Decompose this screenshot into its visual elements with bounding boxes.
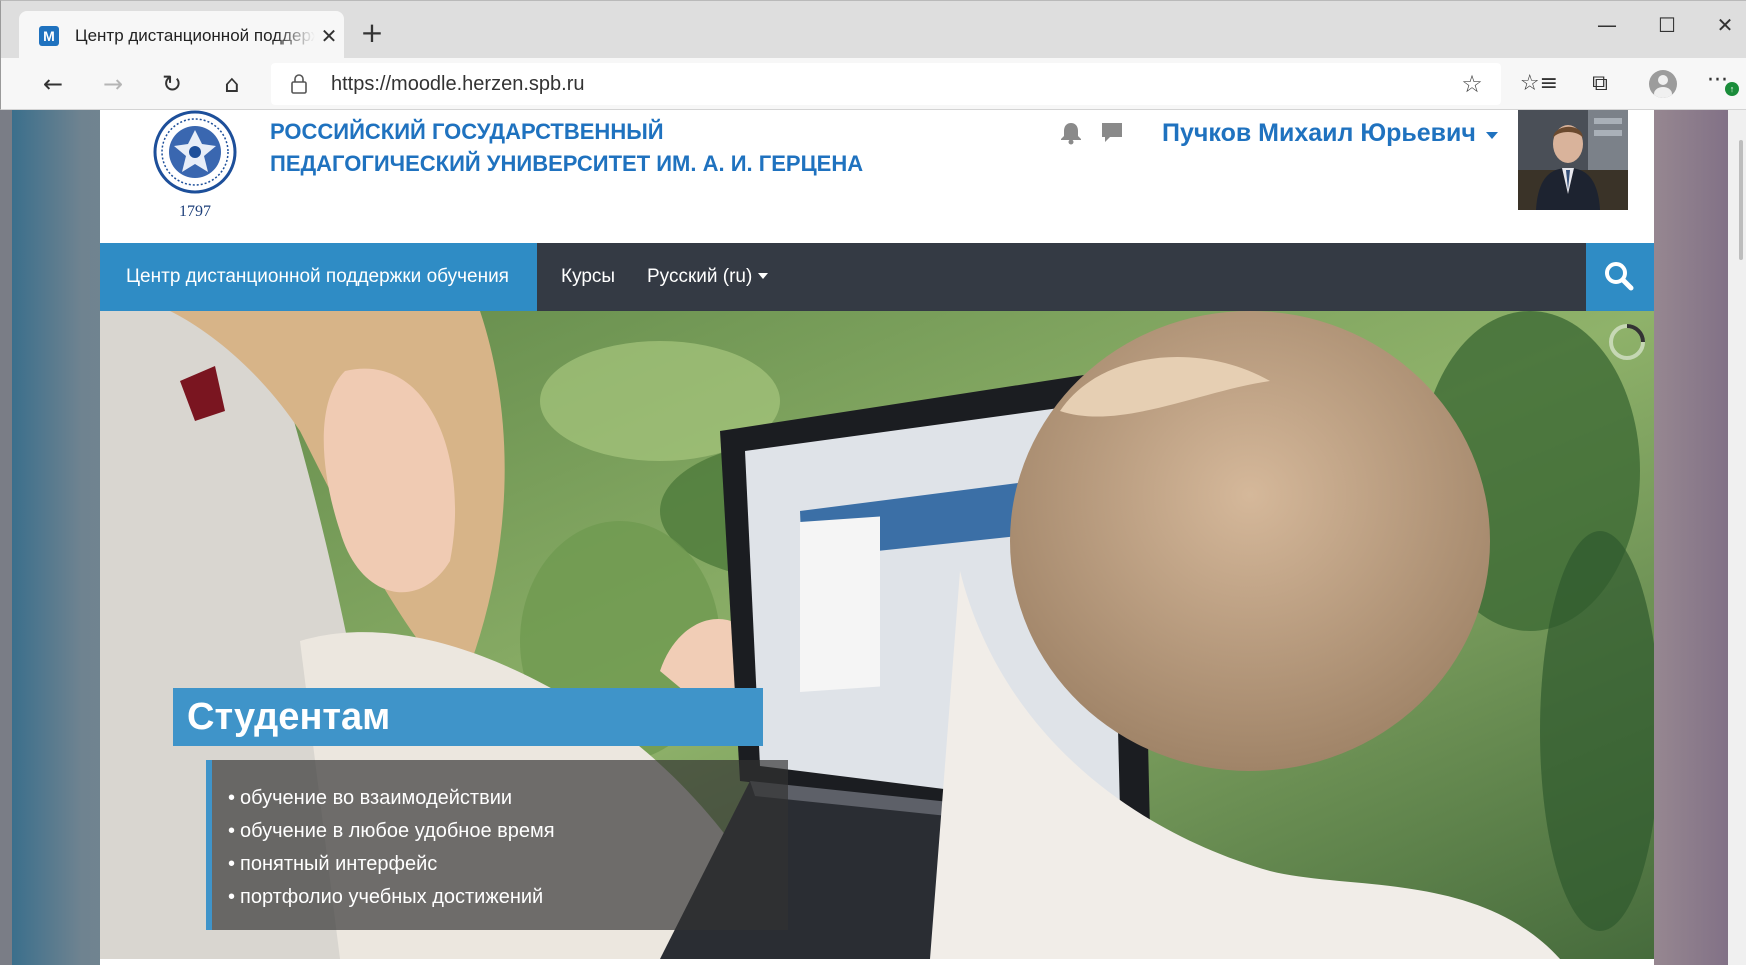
user-menu-name[interactable]: Пучков Михаил Юрьевич <box>1162 118 1476 148</box>
page-content-edge <box>100 959 1654 965</box>
nav-language-label: Русский (ru) <box>647 266 753 287</box>
hero-caption-title: Студентам <box>173 688 763 746</box>
main-navbar: Центр дистанционной поддержки обучения К… <box>100 243 1654 311</box>
close-window-button[interactable]: ✕ <box>1705 9 1745 41</box>
user-menu-caret-icon[interactable] <box>1486 132 1498 139</box>
hero-bullet: портфолио учебных достижений <box>212 881 788 914</box>
search-icon <box>1605 262 1634 291</box>
user-avatar-photo[interactable] <box>1518 110 1628 210</box>
bell-icon[interactable] <box>1058 120 1084 146</box>
scrollbar-thumb[interactable] <box>1739 140 1743 260</box>
logo-year: 1797 <box>179 203 211 220</box>
url-text[interactable]: https://moodle.herzen.spb.ru <box>331 72 584 96</box>
browser-toolbar: ← → ↻ ⌂ https://moodle.herzen.spb.ru ☆ ☆… <box>0 58 1746 110</box>
nav-home-link[interactable]: Центр дистанционной поддержки обучения <box>100 243 537 311</box>
tab-title: Центр дистанционной поддержки обучения <box>75 25 315 47</box>
add-favorite-star-icon[interactable]: ☆ <box>1457 69 1487 99</box>
university-seal-logo[interactable]: 1797 <box>144 110 246 222</box>
minimize-button[interactable]: — <box>1587 9 1627 41</box>
hero-caption-list: обучение во взаимодействии обучение в лю… <box>206 760 788 930</box>
update-badge-icon: ↑ <box>1725 82 1739 96</box>
hero-bullet: понятный интерфейс <box>212 848 788 881</box>
collections-icon[interactable]: ⧉ <box>1580 66 1620 102</box>
university-name-line-2[interactable]: ПЕДАГОГИЧЕСКИЙ УНИВЕРСИТЕТ ИМ. А. И. ГЕР… <box>270 150 863 178</box>
slide-loading-spinner-icon <box>1609 324 1645 360</box>
chat-icon[interactable] <box>1099 120 1125 146</box>
browser-window: M Центр дистанционной поддержки обучения… <box>0 0 1746 965</box>
address-bar[interactable]: https://moodle.herzen.spb.ru ☆ <box>271 63 1501 105</box>
search-button[interactable] <box>1586 243 1654 311</box>
vertical-scrollbar[interactable] <box>1728 110 1746 965</box>
hero-bullet: обучение в любое удобное время <box>212 815 788 848</box>
reload-button[interactable]: ↻ <box>153 66 191 102</box>
moodle-favicon-icon: M <box>39 26 59 46</box>
profile-avatar-icon[interactable] <box>1649 70 1677 98</box>
university-name-line-1[interactable]: РОССИЙСКИЙ ГОСУДАРСТВЕННЫЙ <box>270 118 664 146</box>
forward-button[interactable]: → <box>94 66 132 102</box>
new-tab-button[interactable]: + <box>357 19 387 49</box>
favorites-icon[interactable]: ☆≡ <box>1519 66 1559 102</box>
maximize-button[interactable]: ☐ <box>1647 9 1687 41</box>
web-viewport: 1797 РОССИЙСКИЙ ГОСУДАРСТВЕННЫЙ ПЕДАГОГИ… <box>12 110 1746 965</box>
lock-icon[interactable] <box>287 72 311 96</box>
nav-courses-link[interactable]: Курсы <box>561 243 641 311</box>
browser-tab-active[interactable]: M Центр дистанционной поддержки обучения… <box>19 11 344 59</box>
tab-close-icon[interactable]: ✕ <box>317 24 341 48</box>
nav-language-menu[interactable]: Русский (ru) <box>647 243 787 311</box>
home-button[interactable]: ⌂ <box>213 66 251 102</box>
language-caret-icon <box>758 273 769 279</box>
hero-slider[interactable]: Студентам обучение во взаимодействии обу… <box>100 311 1654 959</box>
hero-bullet: обучение во взаимодействии <box>212 782 788 815</box>
moodle-page: 1797 РОССИЙСКИЙ ГОСУДАРСТВЕННЫЙ ПЕДАГОГИ… <box>100 110 1654 965</box>
back-button[interactable]: ← <box>34 66 72 102</box>
tab-strip: M Центр дистанционной поддержки обучения… <box>0 0 1746 59</box>
